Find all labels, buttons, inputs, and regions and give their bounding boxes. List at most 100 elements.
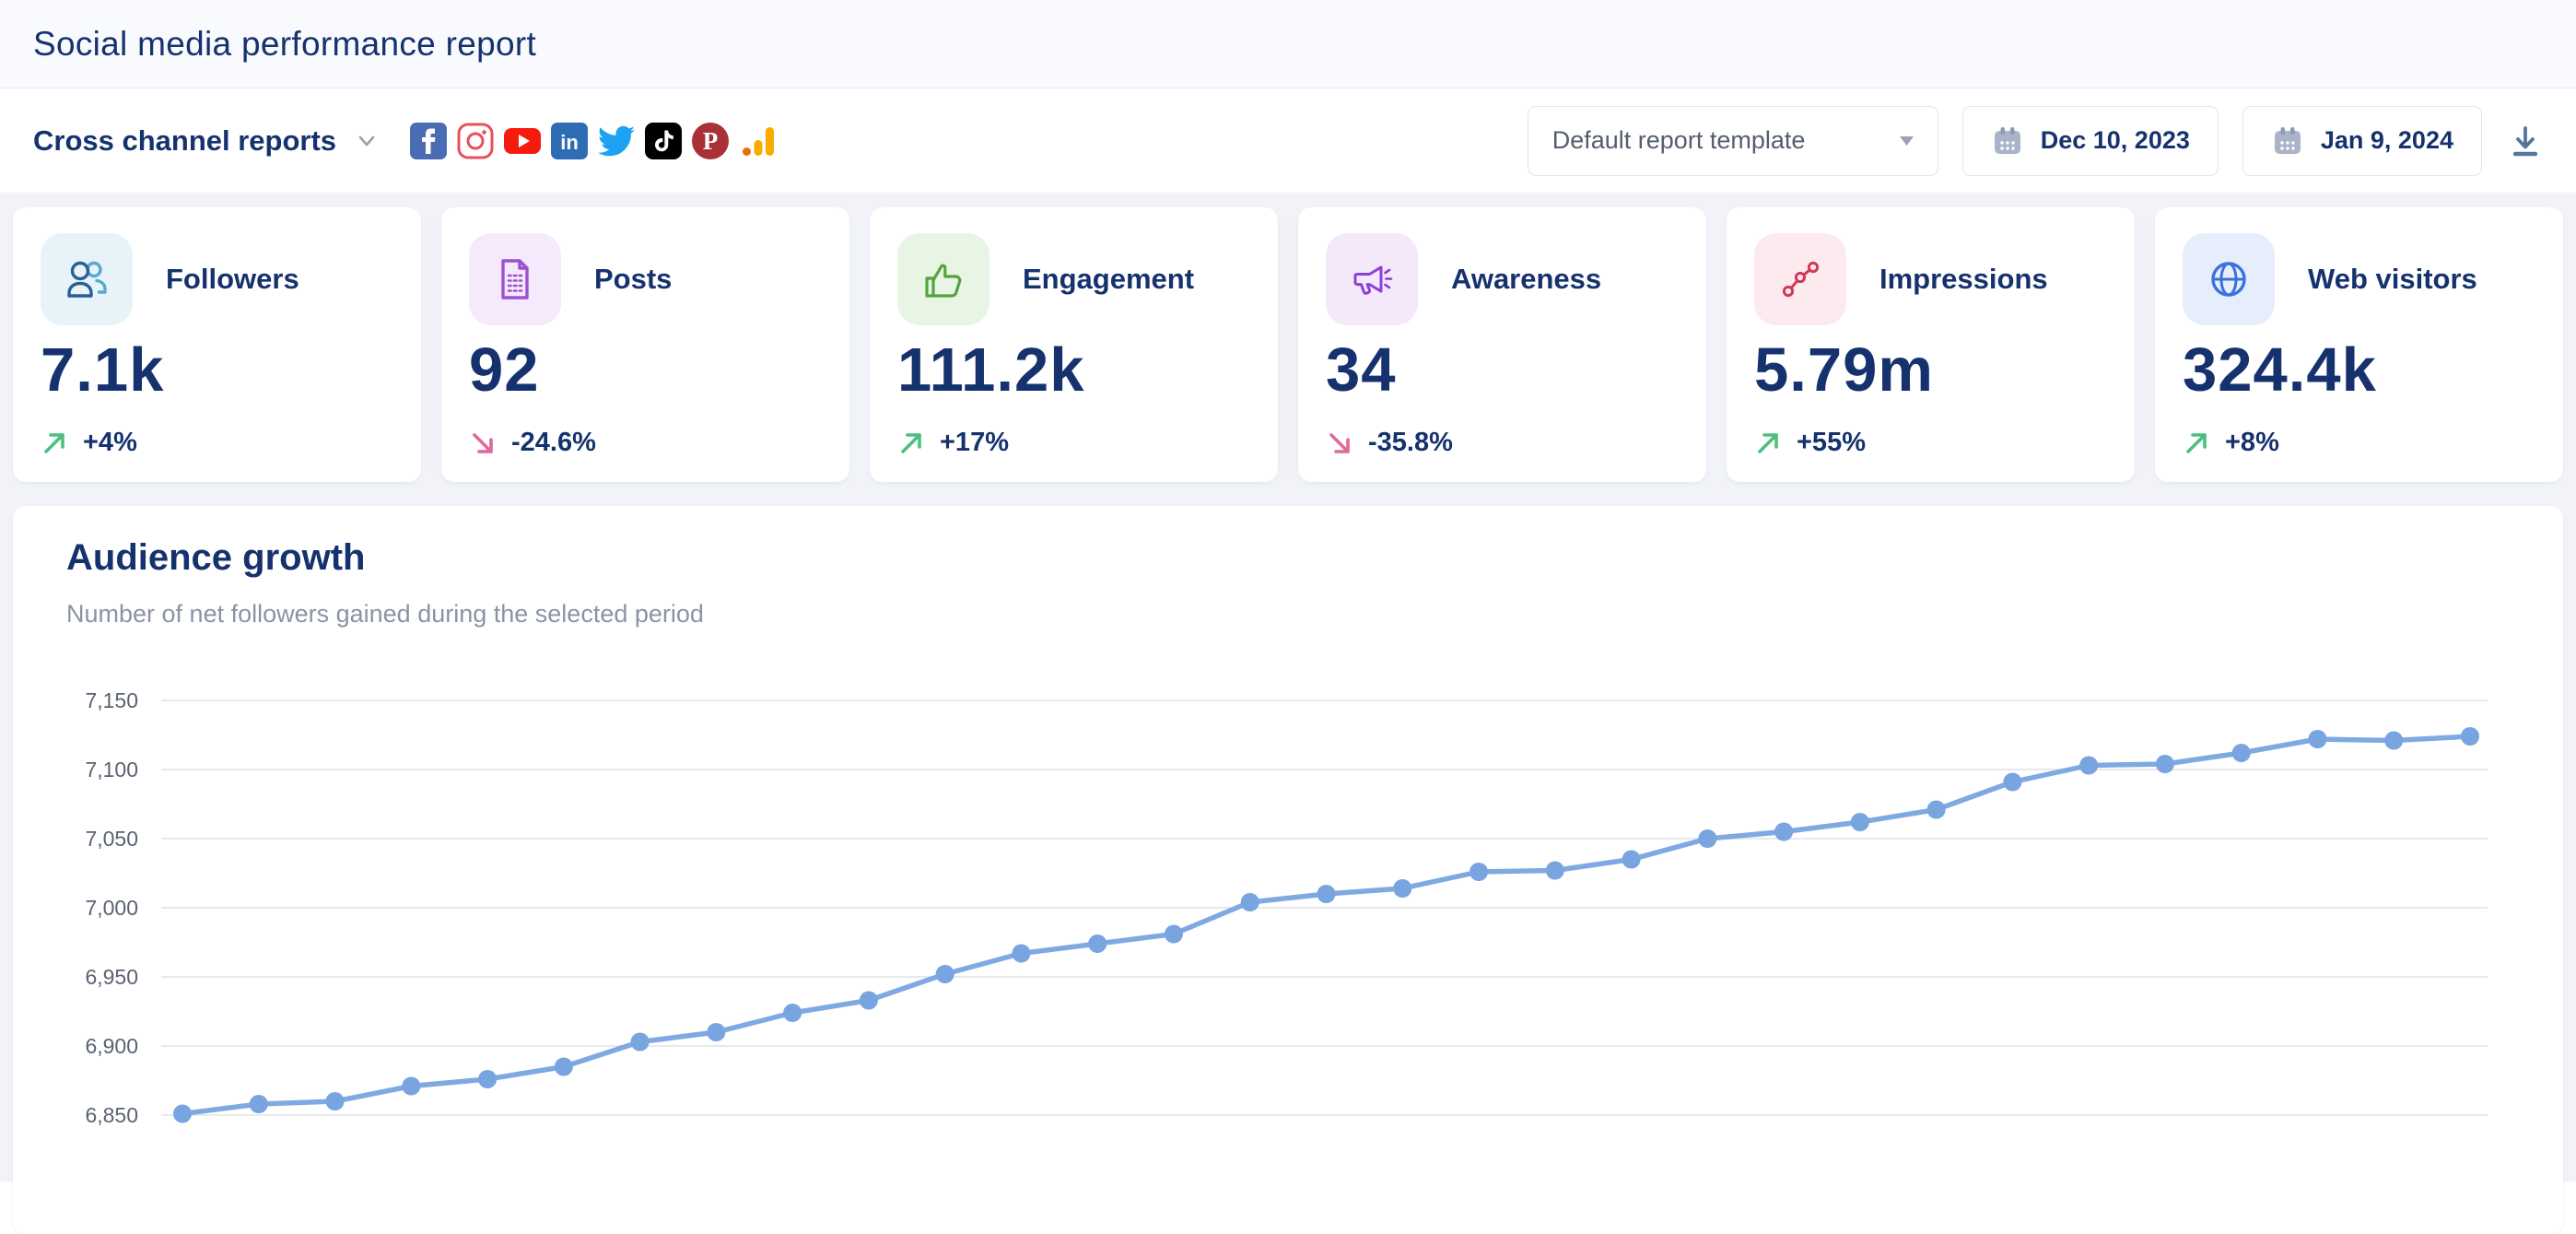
audience-growth-point[interactable]: [631, 1033, 650, 1052]
audience-growth-point[interactable]: [326, 1092, 345, 1111]
audience-growth-point[interactable]: [1851, 813, 1869, 831]
start-date-button[interactable]: Dec 10, 2023: [1962, 106, 2219, 176]
audience-growth-point[interactable]: [250, 1095, 268, 1113]
download-button[interactable]: [2508, 122, 2543, 160]
metric-cards-row: Followers 7.1k +4%: [13, 207, 2563, 482]
report-template-select[interactable]: Default report template: [1528, 106, 1938, 176]
metric-label: Followers: [166, 263, 299, 296]
linkedin-icon[interactable]: in: [551, 123, 588, 159]
download-icon: [2508, 122, 2543, 160]
metric-trend-row: +17%: [897, 428, 1250, 458]
audience-growth-point[interactable]: [1546, 862, 1564, 880]
audience-growth-point[interactable]: [1393, 879, 1411, 898]
impressions-icon-tile: [1754, 233, 1846, 325]
page-title: Social media performance report: [33, 25, 536, 64]
metric-card-awareness: Awareness 34 -35.8%: [1298, 207, 1706, 482]
analytics-icon[interactable]: [739, 123, 776, 159]
metric-trend-row: +55%: [1754, 428, 2107, 458]
y-axis-tick-label: 7,100: [85, 758, 138, 782]
metric-value: 111.2k: [897, 335, 1250, 405]
audience-growth-point[interactable]: [707, 1023, 725, 1041]
audience-growth-point[interactable]: [1088, 934, 1107, 953]
audience-growth-point[interactable]: [2156, 755, 2174, 773]
metric-label: Impressions: [1879, 263, 2048, 296]
audience-growth-point[interactable]: [1165, 925, 1183, 944]
metric-value: 324.4k: [2183, 335, 2535, 405]
report-toolbar: Cross channel reports in P: [0, 88, 2576, 194]
metric-card-web-visitors: Web visitors 324.4k +8%: [2155, 207, 2563, 482]
instagram-icon[interactable]: [457, 123, 494, 159]
metric-trend: -24.6%: [511, 428, 596, 458]
trend-up-arrow-icon: [41, 429, 68, 457]
audience-growth-point[interactable]: [2308, 730, 2326, 748]
report-section-dropdown[interactable]: Cross channel reports: [33, 124, 336, 158]
y-axis-tick-label: 7,150: [85, 688, 138, 712]
users-icon: [63, 255, 111, 303]
facebook-icon[interactable]: [410, 123, 447, 159]
metric-trend-row: -24.6%: [469, 428, 822, 458]
section-chevron-button[interactable]: [355, 129, 379, 153]
audience-growth-card: 6,8506,9006,9507,0007,0507,1007,150 Audi…: [13, 506, 2563, 1234]
metric-trend: +4%: [83, 428, 137, 458]
metric-label: Web visitors: [2308, 263, 2477, 296]
metric-trend: +55%: [1797, 428, 1866, 458]
y-axis-tick-label: 6,900: [85, 1034, 138, 1058]
metric-value: 5.79m: [1754, 335, 2107, 405]
audience-growth-point[interactable]: [1622, 851, 1641, 869]
engagement-icon-tile: [897, 233, 989, 325]
metric-card-posts: Posts 92 -24.6%: [441, 207, 849, 482]
trend-up-arrow-icon: [1754, 429, 1782, 457]
twitter-icon[interactable]: [598, 123, 635, 159]
trend-down-arrow-icon: [1326, 429, 1353, 457]
audience-growth-point[interactable]: [173, 1105, 192, 1123]
audience-growth-point[interactable]: [1469, 863, 1488, 881]
document-icon: [491, 255, 539, 303]
app-header: Social media performance report: [0, 0, 2576, 88]
audience-growth-point[interactable]: [1241, 893, 1259, 911]
metric-trend-row: +8%: [2183, 428, 2535, 458]
posts-icon-tile: [469, 233, 561, 325]
awareness-icon-tile: [1326, 233, 1418, 325]
youtube-icon[interactable]: [504, 123, 541, 159]
audience-growth-point[interactable]: [1927, 801, 1946, 819]
audience-growth-point[interactable]: [1317, 885, 1336, 903]
metric-label: Posts: [594, 263, 672, 296]
globe-icon: [2205, 255, 2253, 303]
start-date-value: Dec 10, 2023: [2041, 126, 2190, 155]
megaphone-icon: [1348, 255, 1396, 303]
end-date-button[interactable]: Jan 9, 2024: [2242, 106, 2482, 176]
metric-trend-row: -35.8%: [1326, 428, 1679, 458]
audience-growth-point[interactable]: [478, 1070, 497, 1088]
toolbar-controls: Default report template Dec 10, 2023 Jan…: [1528, 106, 2543, 176]
metric-label: Awareness: [1451, 263, 1601, 296]
y-axis-tick-label: 7,050: [85, 827, 138, 851]
chart-title: Audience growth: [66, 537, 365, 579]
audience-growth-point[interactable]: [2232, 744, 2251, 762]
metric-label: Engagement: [1023, 263, 1194, 296]
chevron-down-icon: [355, 129, 379, 153]
audience-growth-point[interactable]: [1774, 823, 1793, 841]
report-content: Followers 7.1k +4%: [0, 194, 2576, 1181]
audience-growth-point[interactable]: [936, 965, 954, 983]
audience-growth-point[interactable]: [2003, 773, 2021, 792]
trend-down-arrow-icon: [469, 429, 497, 457]
report-template-value: Default report template: [1552, 126, 1806, 155]
audience-growth-point[interactable]: [860, 992, 878, 1010]
metric-value: 92: [469, 335, 822, 405]
audience-growth-point[interactable]: [783, 1004, 802, 1022]
audience-growth-point[interactable]: [402, 1077, 420, 1096]
calendar-icon: [1991, 124, 2024, 158]
channel-icons: in P: [410, 123, 776, 159]
social-media-report-page: { "header": { "title": "Social media per…: [0, 0, 2576, 1181]
thumbs-up-icon: [919, 255, 967, 303]
pinterest-icon[interactable]: P: [692, 123, 729, 159]
svg-text:in: in: [560, 131, 579, 154]
audience-growth-point[interactable]: [1012, 945, 1030, 963]
audience-growth-point[interactable]: [2079, 757, 2098, 775]
audience-growth-point[interactable]: [2384, 732, 2403, 750]
tiktok-icon[interactable]: [645, 123, 682, 159]
metric-value: 7.1k: [41, 335, 393, 405]
audience-growth-point[interactable]: [1698, 829, 1716, 848]
audience-growth-point[interactable]: [555, 1058, 573, 1076]
audience-growth-point[interactable]: [2461, 727, 2479, 746]
